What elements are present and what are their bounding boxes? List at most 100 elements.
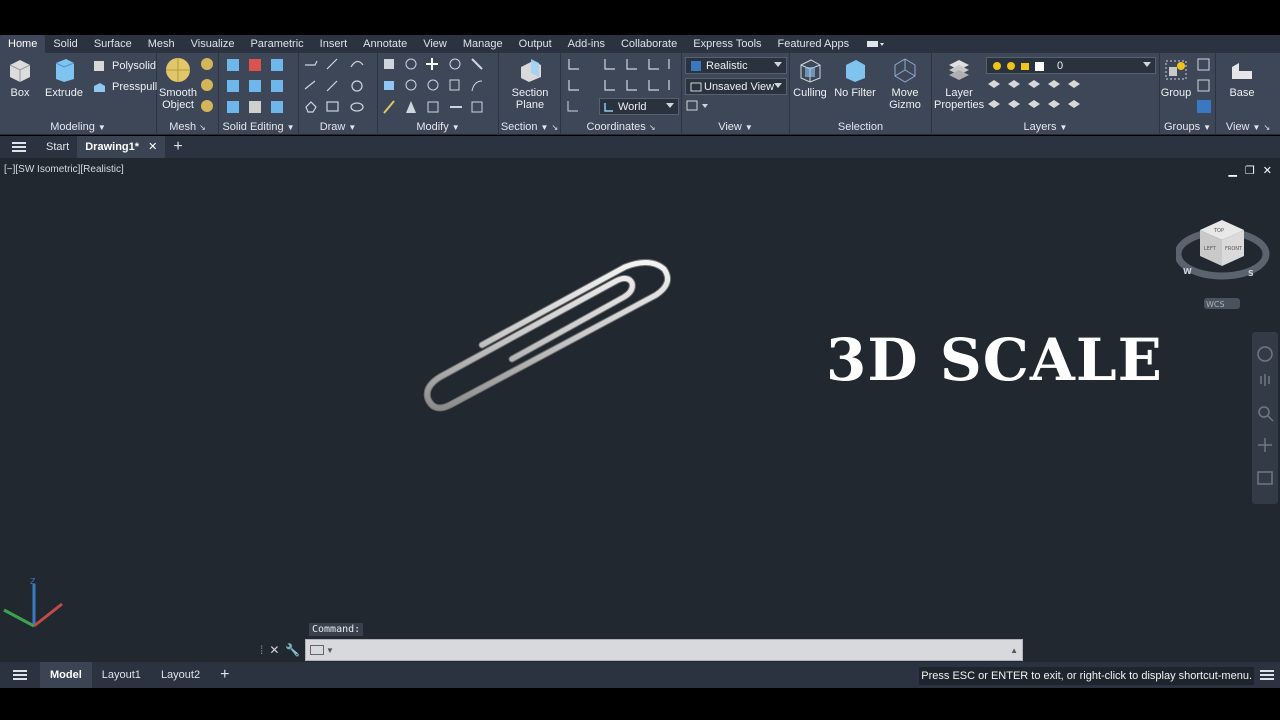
- command-dropdown-icon[interactable]: ▼: [326, 646, 334, 655]
- layer-tools-icons[interactable]: [986, 78, 1086, 117]
- viewport-controls-label[interactable]: [−][SW Isometric][Realistic]: [4, 164, 124, 175]
- tab-solid[interactable]: Solid: [45, 35, 85, 53]
- filter-cube-icon: [842, 57, 868, 83]
- panel-title-draw[interactable]: Draw ▼: [299, 119, 377, 135]
- panel-layers: Layer Properties 0 Layers ▼: [932, 53, 1160, 135]
- solid-editing-icons[interactable]: [225, 57, 295, 120]
- panel-title-coordinates[interactable]: Coordinates ↘: [561, 119, 681, 135]
- tab-manage[interactable]: Manage: [455, 35, 511, 53]
- tab-view[interactable]: View: [415, 35, 455, 53]
- box-icon: [7, 57, 33, 83]
- move-gizmo-button[interactable]: Move Gizmo: [886, 57, 924, 111]
- tab-output[interactable]: Output: [511, 35, 560, 53]
- ribbon-options-icon[interactable]: [867, 39, 885, 49]
- panel-title-view[interactable]: View ▼: [682, 119, 789, 135]
- command-line: ⁞ ✕ 🔧 ▼ ▲: [258, 639, 1023, 661]
- group-button[interactable]: Group: [1160, 57, 1192, 99]
- polysolid-icon: [92, 59, 106, 73]
- close-tab-icon[interactable]: ✕: [148, 141, 157, 153]
- tab-add-ins[interactable]: Add-ins: [560, 35, 613, 53]
- tab-drawing1[interactable]: Drawing1* ✕: [77, 136, 166, 158]
- minimize-icon[interactable]: ▁: [1228, 164, 1236, 177]
- move-gizmo-icon: [892, 57, 918, 83]
- section-plane-button[interactable]: Section Plane: [507, 57, 553, 111]
- layer-dropdown[interactable]: 0: [986, 57, 1156, 74]
- layer-properties-button[interactable]: Layer Properties: [934, 57, 984, 111]
- grip-icon[interactable]: ⁞: [260, 643, 263, 657]
- visual-style-dropdown[interactable]: Realistic: [685, 57, 787, 74]
- panel-title-view-base[interactable]: View ▼ ↘: [1216, 119, 1280, 135]
- presspull-button[interactable]: Presspull: [92, 80, 157, 94]
- panel-title-modify[interactable]: Modify ▼: [378, 119, 498, 135]
- file-tab-bar: Start Drawing1* ✕ +: [0, 136, 1280, 158]
- no-filter-button[interactable]: No Filter: [834, 57, 876, 99]
- restore-icon[interactable]: ❐: [1245, 164, 1255, 177]
- panel-title-layers[interactable]: Layers ▼: [932, 119, 1159, 135]
- ucs-world-icon: [604, 102, 614, 112]
- mesh-tools-icons[interactable]: [200, 57, 214, 120]
- tab-mesh[interactable]: Mesh: [140, 35, 183, 53]
- extrude-button[interactable]: Extrude: [44, 57, 84, 99]
- panel-title-modeling[interactable]: Modeling ▼: [0, 119, 156, 135]
- panel-title-groups[interactable]: Groups ▼: [1160, 119, 1215, 135]
- ribbon-tab-bar: Home Solid Surface Mesh Visualize Parame…: [0, 35, 1280, 53]
- drawing-viewport[interactable]: [−][SW Isometric][Realistic] ▁ ❐ ✕ 3D SC…: [0, 158, 1280, 662]
- command-prompt-icon[interactable]: [310, 645, 324, 655]
- polysolid-button[interactable]: Polysolid: [92, 59, 156, 73]
- smooth-object-button[interactable]: Smooth Object: [159, 57, 197, 111]
- close-command-icon[interactable]: ✕: [269, 643, 279, 657]
- panel-title-section[interactable]: Section ▼ ↘: [499, 119, 560, 135]
- tab-layout2[interactable]: Layout2: [151, 662, 210, 688]
- panel-title-mesh[interactable]: Mesh ↘: [157, 119, 218, 135]
- tab-start[interactable]: Start: [38, 136, 77, 158]
- close-icon[interactable]: ✕: [1263, 164, 1272, 177]
- tab-annotate[interactable]: Annotate: [355, 35, 415, 53]
- compass-south-label: S: [1248, 269, 1254, 278]
- tab-visualize[interactable]: Visualize: [183, 35, 243, 53]
- ucs-icon[interactable]: [565, 99, 585, 113]
- box-button[interactable]: Box: [4, 57, 36, 99]
- ucs-world-dropdown[interactable]: World: [599, 98, 679, 115]
- app-menu-button[interactable]: [0, 136, 38, 158]
- customization-menu-button[interactable]: [1260, 670, 1274, 683]
- layout-menu-button[interactable]: [0, 662, 40, 688]
- panel-title-solid-editing[interactable]: Solid Editing ▼: [219, 119, 298, 135]
- tab-parametric[interactable]: Parametric: [242, 35, 311, 53]
- add-layout-button[interactable]: +: [210, 662, 239, 688]
- tab-home[interactable]: Home: [0, 35, 46, 53]
- tab-surface[interactable]: Surface: [86, 35, 140, 53]
- named-view-dropdown[interactable]: Unsaved View: [685, 78, 787, 95]
- wcs-menu[interactable]: WCS: [1206, 300, 1225, 309]
- tab-layout1[interactable]: Layout1: [92, 662, 151, 688]
- status-bar: Model Layout1 Layout2 + Press ESC or ENT…: [0, 662, 1280, 688]
- group-tools-icons[interactable]: [1196, 57, 1212, 120]
- hamburger-icon: [1260, 670, 1274, 680]
- overlay-title: 3D SCALE: [826, 326, 1163, 394]
- group-icon: [1163, 57, 1189, 83]
- culling-icon: [797, 57, 823, 83]
- command-expand-icon[interactable]: ▲: [1010, 646, 1018, 655]
- base-button[interactable]: Base: [1226, 57, 1258, 99]
- viewport-config-button[interactable]: [686, 99, 710, 113]
- tab-collaborate[interactable]: Collaborate: [613, 35, 685, 53]
- realistic-style-icon: [690, 60, 702, 72]
- draw-tools-icons[interactable]: [303, 57, 375, 120]
- modify-tools-icons[interactable]: [382, 57, 494, 120]
- command-input[interactable]: ▼ ▲: [305, 639, 1023, 661]
- command-history-label: Command:: [309, 623, 364, 636]
- tab-featured-apps[interactable]: Featured Apps: [770, 35, 858, 53]
- culling-button[interactable]: Culling: [792, 57, 828, 99]
- wrench-icon[interactable]: 🔧: [285, 643, 300, 657]
- tab-express-tools[interactable]: Express Tools: [685, 35, 769, 53]
- ucs-tools-icons[interactable]: [565, 57, 677, 102]
- navigation-bar[interactable]: [1252, 332, 1278, 504]
- viewcube-front-label: FRONT: [1225, 246, 1243, 252]
- tab-insert[interactable]: Insert: [312, 35, 356, 53]
- tab-model[interactable]: Model: [40, 662, 92, 688]
- svg-text:Z: Z: [30, 577, 36, 586]
- panel-modeling: Box Extrude Polysolid Presspull Modeling…: [0, 53, 157, 135]
- new-tab-button[interactable]: +: [165, 136, 190, 158]
- viewcube[interactable]: TOP LEFT FRONT W S WCS: [1176, 208, 1270, 318]
- panel-section: Section Plane Section ▼ ↘: [499, 53, 561, 135]
- paperclip-model[interactable]: [420, 253, 680, 413]
